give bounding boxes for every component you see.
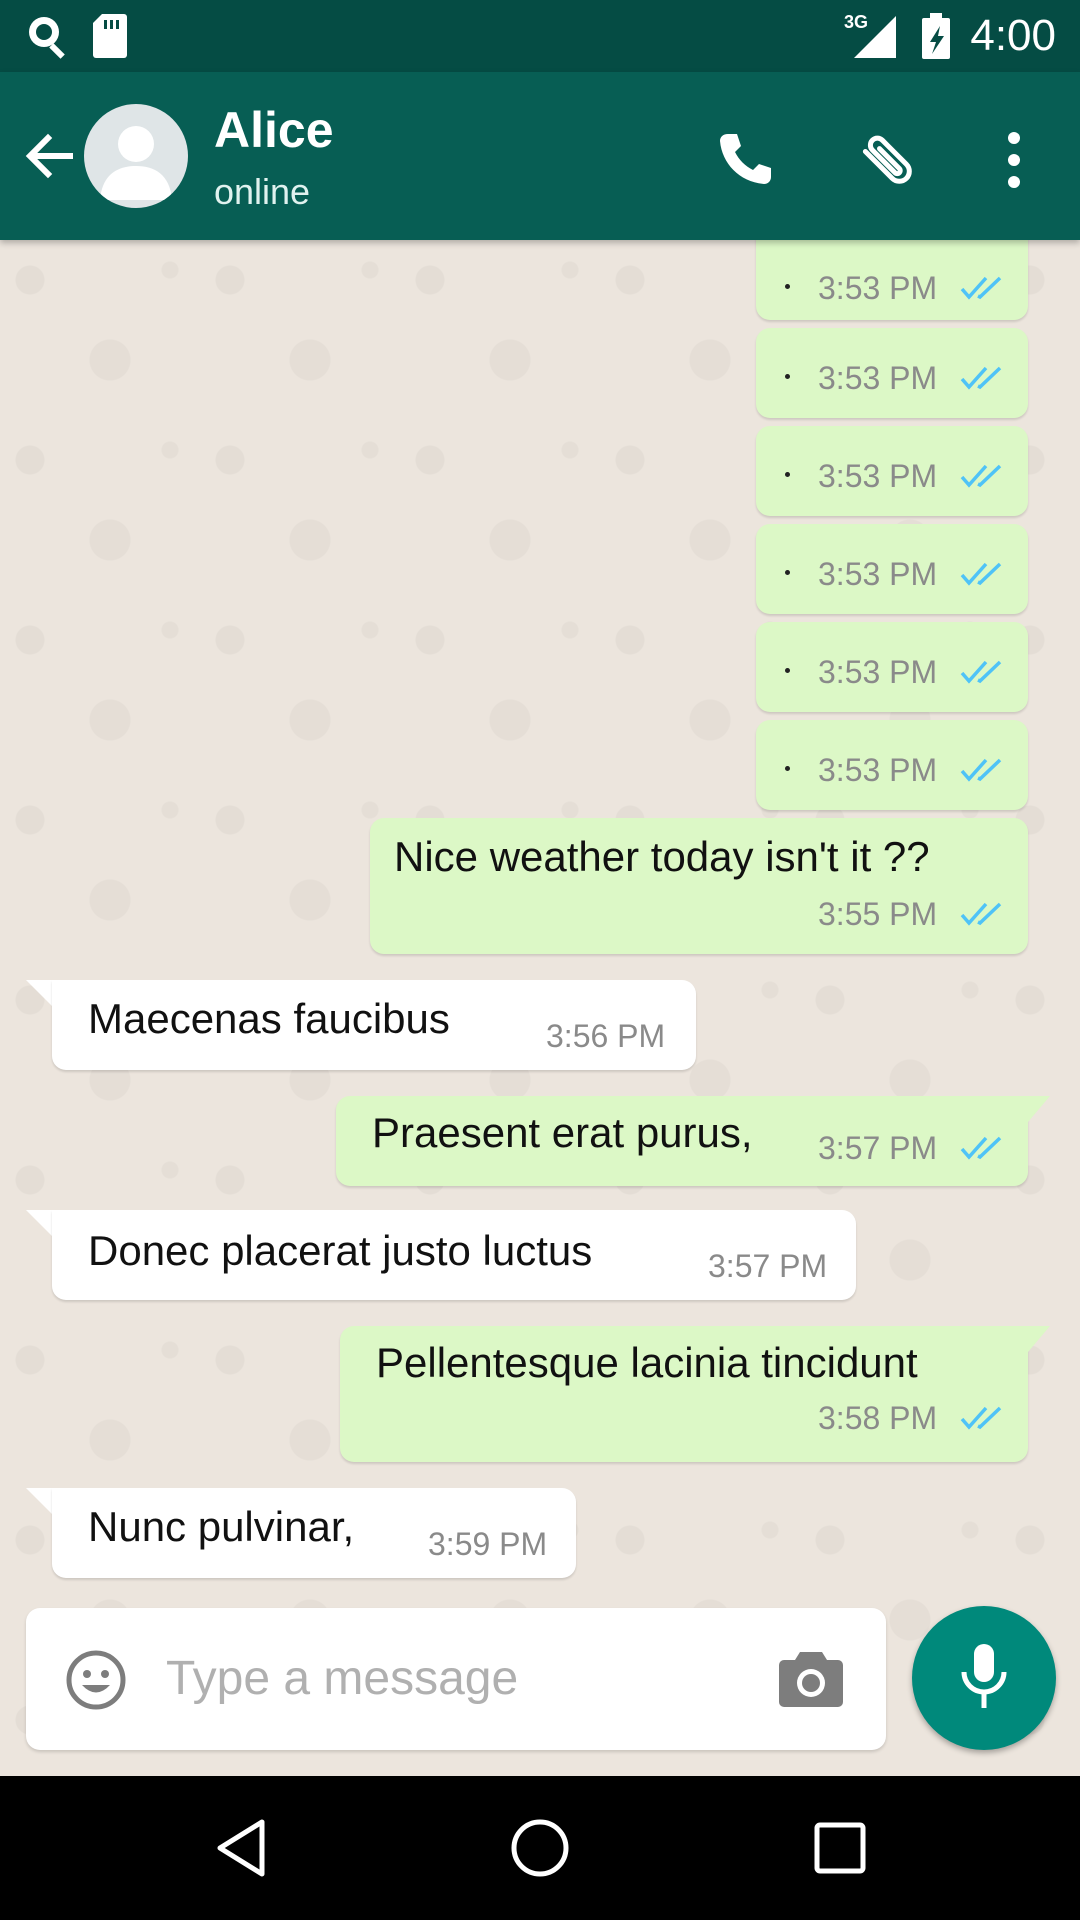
message-text: Maecenas faucibus [88,995,450,1042]
message-empty-dot [785,284,790,289]
double-check-icon [960,276,1002,300]
message-time: 3:53 PM [818,270,938,306]
double-check-icon [960,758,1002,782]
double-check-icon [960,562,1002,586]
message-empty-dot [785,472,790,477]
message-bubble-outgoing[interactable]: 3:53 PM [756,524,1028,614]
double-check-icon [960,902,1002,926]
back-arrow-icon[interactable] [18,124,82,188]
message-time: 3:55 PM [818,896,938,932]
message-bubble-outgoing[interactable]: Nice weather today isn't it ?? 3:55 PM [370,818,1028,954]
bubble-tail [1028,1096,1050,1122]
message-time: 3:57 PM [708,1248,828,1284]
camera-icon[interactable] [778,1648,844,1710]
double-check-icon [960,1406,1002,1430]
nav-back-icon[interactable] [206,1812,278,1884]
battery-icon [922,13,950,59]
mic-button[interactable] [912,1606,1056,1750]
message-time: 3:57 PM [818,1130,938,1166]
message-time: 3:53 PM [818,458,938,494]
message-input[interactable] [166,1648,746,1708]
double-check-icon [960,660,1002,684]
message-bubble-incoming[interactable]: Maecenas faucibus 3:56 PM [52,980,696,1070]
message-empty-dot [785,668,790,673]
contact-name[interactable]: Alice [214,100,334,160]
message-text: Pellentesque lacinia tincidunt [376,1339,918,1386]
message-time: 3:53 PM [818,556,938,592]
more-vert-icon[interactable] [978,124,1050,196]
mic-icon [961,1644,1007,1708]
message-bubble-outgoing[interactable]: 3:53 PM [756,720,1028,810]
message-time: 3:53 PM [818,360,938,396]
message-bubble-outgoing[interactable]: Praesent erat purus, 3:57 PM [336,1096,1028,1186]
message-text: Nunc pulvinar, [88,1503,355,1550]
emoji-icon[interactable] [64,1648,128,1712]
message-bubble-outgoing[interactable]: 3:53 PM [756,240,1028,320]
navigation-bar [0,1776,1080,1920]
message-empty-dot [785,570,790,575]
bubble-tail [1028,1326,1050,1352]
contact-status: online [214,171,311,212]
message-bubble-incoming[interactable]: Donec placerat justo luctus 3:57 PM [52,1210,856,1300]
message-text: Nice weather today isn't it ?? [394,833,930,880]
search-notification-icon [29,17,65,59]
avatar-placeholder-icon [100,126,172,200]
clock: 4:00 [970,11,1056,60]
double-check-icon [960,464,1002,488]
message-text: Donec placerat justo luctus [88,1227,593,1274]
nav-home-icon[interactable] [504,1812,576,1884]
message-composer [26,1608,886,1750]
nav-recents-icon[interactable] [804,1812,876,1884]
sd-card-icon [93,14,127,58]
signal-icon [854,16,896,58]
message-empty-dot [785,766,790,771]
double-check-icon [960,366,1002,390]
message-time: 3:59 PM [428,1526,548,1562]
message-bubble-outgoing[interactable]: 3:53 PM [756,622,1028,712]
message-bubble-outgoing[interactable]: 3:53 PM [756,328,1028,418]
phone-icon[interactable] [708,124,780,196]
message-text: Praesent erat purus, [372,1109,753,1156]
message-time: 3:53 PM [818,654,938,690]
message-time: 3:56 PM [546,1018,666,1054]
avatar[interactable] [84,104,188,208]
app-bar: Alice online [0,72,1080,240]
message-time: 3:58 PM [818,1400,938,1436]
status-bar: 3G 4:00 [0,0,1080,72]
message-bubble-outgoing[interactable]: Pellentesque lacinia tincidunt 3:58 PM [340,1326,1028,1462]
message-empty-dot [785,374,790,379]
double-check-icon [960,1136,1002,1160]
attachment-icon[interactable] [852,124,924,196]
message-bubble-outgoing[interactable]: 3:53 PM [756,426,1028,516]
message-bubble-incoming[interactable]: Nunc pulvinar, 3:59 PM [52,1488,576,1578]
message-time: 3:53 PM [818,752,938,788]
chat-area[interactable]: 3:53 PM 3:53 PM 3:53 PM 3:53 PM 3:53 PM [0,240,1080,1776]
